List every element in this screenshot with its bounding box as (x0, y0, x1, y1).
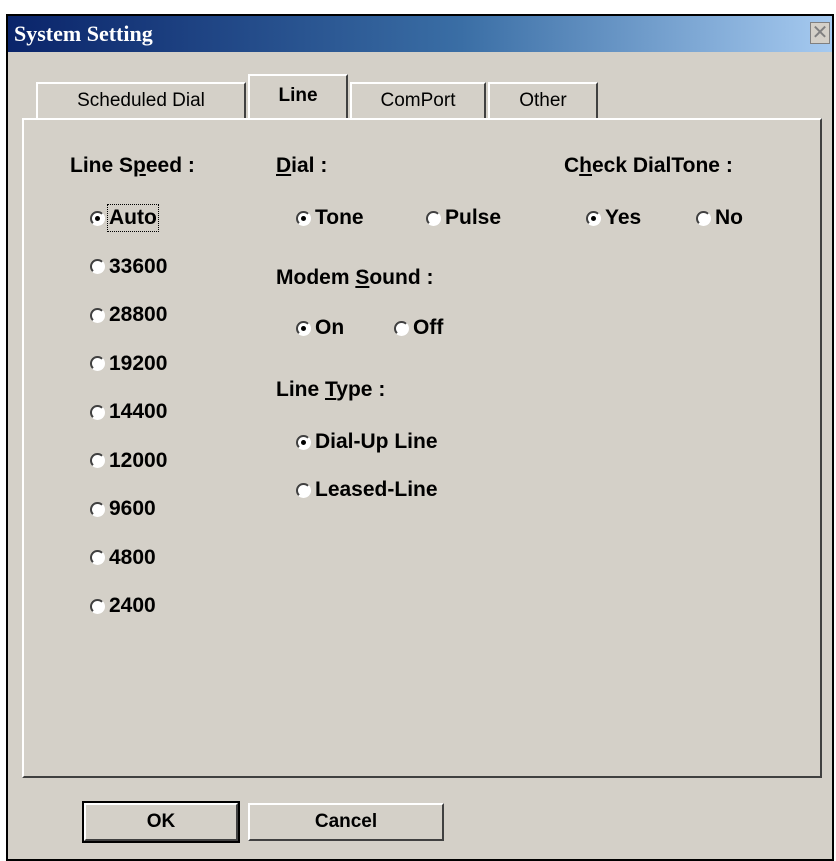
tab-other[interactable]: Other (488, 82, 598, 118)
radio-unchecked-icon (90, 259, 105, 274)
tab-scheduled-dial[interactable]: Scheduled Dial (36, 82, 246, 118)
radio-checked-icon (296, 320, 311, 336)
line-speed-option-2400[interactable]: 2400 (90, 594, 156, 618)
line-tab-panel: Line Speed : Auto 33600 28800 19200 14400 120… (22, 118, 822, 778)
radio-unchecked-icon (696, 210, 711, 226)
modem-sound-off-radio[interactable]: Off (394, 316, 443, 340)
radio-checked-icon (90, 210, 105, 226)
cancel-button[interactable]: Cancel (248, 803, 444, 841)
line-type-label: Line Type : (276, 378, 386, 401)
line-speed-option-label: 19200 (109, 351, 168, 375)
dial-tone-radio[interactable]: Tone (296, 206, 364, 230)
line-speed-option-label: 2400 (109, 594, 156, 617)
line-speed-option-label: 9600 (109, 497, 156, 520)
radio-unchecked-icon (90, 307, 105, 323)
radio-unchecked-icon (90, 404, 105, 420)
radio-checked-icon (296, 210, 311, 226)
title-bar[interactable]: System Setting ✕ (8, 16, 832, 52)
ok-button[interactable]: OK (82, 801, 240, 843)
line-speed-option-label: 33600 (109, 254, 168, 278)
line-speed-option-12000[interactable]: 12000 (90, 449, 167, 473)
radio-checked-icon (586, 210, 601, 226)
dial-pulse-radio[interactable]: Pulse (426, 206, 501, 230)
tab-comport[interactable]: ComPort (350, 82, 486, 118)
radio-checked-icon (296, 434, 311, 450)
window-title: System Setting (14, 21, 153, 46)
tab-line[interactable]: Line (248, 74, 348, 118)
line-speed-option-9600[interactable]: 9600 (90, 497, 156, 521)
line-speed-option-label: 14400 (109, 400, 168, 423)
radio-unchecked-icon (90, 453, 105, 468)
check-dialtone-label: Check DialTone : (564, 154, 733, 177)
line-speed-option-19200[interactable]: 19200 (90, 352, 167, 376)
line-speed-option-4800[interactable]: 4800 (90, 546, 156, 570)
check-dialtone-no-radio[interactable]: No (696, 206, 743, 230)
radio-unchecked-icon (90, 501, 105, 517)
modem-sound-on-radio[interactable]: On (296, 316, 344, 340)
line-speed-option-label: 28800 (109, 303, 168, 326)
check-dialtone-yes-radio[interactable]: Yes (586, 206, 641, 230)
dial-up-line-radio[interactable]: Dial-Up Line (296, 430, 438, 454)
radio-unchecked-icon (90, 550, 105, 565)
line-speed-option-28800[interactable]: 28800 (90, 303, 167, 327)
dial-label: Dial : (276, 154, 328, 177)
close-icon[interactable]: ✕ (810, 22, 830, 44)
line-speed-option-label: 4800 (109, 545, 156, 569)
radio-unchecked-icon (426, 210, 441, 226)
leased-line-radio[interactable]: Leased-Line (296, 478, 438, 502)
radio-unchecked-icon (90, 356, 105, 371)
radio-unchecked-icon (296, 482, 311, 498)
system-setting-dialog: System Setting ✕ Scheduled Dial Line Com… (6, 14, 834, 861)
line-speed-option-label: Auto (107, 204, 159, 232)
radio-unchecked-icon (394, 320, 409, 336)
line-speed-option-14400[interactable]: 14400 (90, 400, 167, 424)
modem-sound-label: Modem Sound : (276, 266, 434, 289)
line-speed-option-33600[interactable]: 33600 (90, 255, 167, 279)
line-speed-label: Line Speed : (70, 154, 195, 177)
radio-unchecked-icon (90, 598, 105, 614)
line-speed-option-label: 12000 (109, 448, 168, 472)
line-speed-option-auto[interactable]: Auto (90, 204, 159, 232)
